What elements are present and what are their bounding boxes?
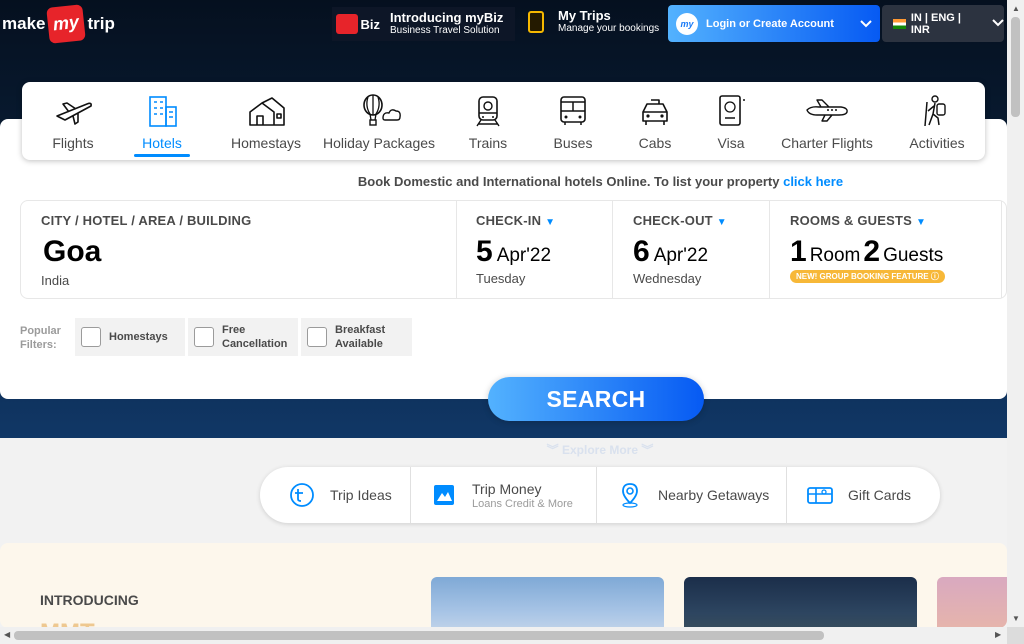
mybiz-icon: Biz xyxy=(332,10,380,38)
popular-filters-label: Popular Filters: xyxy=(20,325,61,351)
nav-holiday-packages[interactable]: Holiday Packages xyxy=(322,82,436,160)
location-pin-icon xyxy=(622,483,638,508)
promo-image-night-trees[interactable] xyxy=(684,577,917,628)
chevron-down-icon: ︾ xyxy=(546,443,559,457)
trip-money-link[interactable]: Trip Money Loans Credit & More xyxy=(430,467,573,523)
hotel-icon xyxy=(149,96,177,127)
nav-flights[interactable]: Flights xyxy=(36,82,110,160)
nav-charter-flights[interactable]: Charter Flights xyxy=(774,82,880,160)
checkbox[interactable] xyxy=(307,327,327,347)
nav-hotels[interactable]: Hotels xyxy=(128,82,196,160)
scrollbar-corner xyxy=(1007,627,1024,644)
chevron-down-icon: ▼ xyxy=(915,217,927,228)
trip-ideas-icon xyxy=(290,483,314,507)
passport-icon xyxy=(719,95,745,126)
my-trips-link[interactable]: My Trips Manage your bookings xyxy=(528,9,659,35)
list-property-link[interactable]: click here xyxy=(783,174,843,189)
gift-cards-link[interactable]: Gift Cards xyxy=(806,467,911,523)
nav-cabs[interactable]: Cabs xyxy=(630,82,680,160)
booking-note: Book Domestic and International hotels O… xyxy=(357,174,844,189)
vertical-scrollbar[interactable]: ▲ ▼ xyxy=(1007,0,1024,627)
gift-card-icon xyxy=(807,487,833,504)
mmt-badge-icon: my xyxy=(676,12,698,35)
locale-selector[interactable]: IN | ENG | INR xyxy=(882,5,1004,42)
suitcase-icon xyxy=(528,11,544,33)
chevron-down-icon: ▼ xyxy=(716,217,727,228)
city-field[interactable]: CITY / HOTEL / AREA / BUILDING Goa India xyxy=(21,201,457,298)
scroll-right-icon[interactable]: ▶ xyxy=(995,630,1001,639)
nav-buses[interactable]: Buses xyxy=(548,82,598,160)
makemytrip-logo[interactable]: make my trip xyxy=(2,4,115,44)
bus-icon xyxy=(560,96,586,125)
india-flag-icon xyxy=(893,18,906,29)
product-nav: Flights Hotels Homestays Holiday Package… xyxy=(22,82,985,160)
city-value: Goa xyxy=(43,235,102,268)
checkin-field[interactable]: CHECK-IN ▼ 5 Apr'22 Tuesday xyxy=(456,201,613,298)
checkbox[interactable] xyxy=(194,327,214,347)
nearby-getaways-link[interactable]: Nearby Getaways xyxy=(616,467,769,523)
trip-money-icon xyxy=(434,485,454,505)
filter-breakfast[interactable]: Breakfast Available xyxy=(301,318,412,356)
chevron-down-icon: ▼ xyxy=(545,217,556,228)
group-booking-badge[interactable]: NEW! GROUP BOOKING FEATURE ⓘ xyxy=(790,270,945,283)
nav-trains[interactable]: Trains xyxy=(462,82,514,160)
chevron-down-icon xyxy=(992,18,1004,30)
mybiz-title: Introducing myBiz xyxy=(390,10,504,25)
rooms-guests-field[interactable]: ROOMS & GUESTS ▼ 1 Room 2 Guests NEW! GROUP … xyxy=(770,201,1002,298)
active-tab-underline xyxy=(134,154,190,157)
checkout-field[interactable]: CHECK-OUT ▼ 6 Apr'22 Wednesday xyxy=(613,201,770,298)
chevron-down-icon xyxy=(860,17,872,31)
nav-visa[interactable]: Visa xyxy=(708,82,754,160)
scroll-left-icon[interactable]: ◀ xyxy=(4,630,10,639)
mybiz-promo[interactable]: Biz Introducing myBiz Business Travel So… xyxy=(332,7,516,41)
train-icon xyxy=(476,96,500,127)
chevron-down-icon: ︾ xyxy=(641,443,654,457)
hiker-icon xyxy=(924,95,946,127)
promo-section: INTRODUCING MMT xyxy=(0,543,1007,628)
horizontal-scrollbar[interactable]: ◀ ▶ xyxy=(0,627,1007,644)
hotel-search-form: CITY / HOTEL / AREA / BUILDING Goa India… xyxy=(20,200,1007,299)
filter-free-cancellation[interactable]: Free Cancellation xyxy=(188,318,298,356)
promo-image-sky[interactable] xyxy=(431,577,664,628)
nav-homestays[interactable]: Homestays xyxy=(226,82,306,160)
cab-icon xyxy=(642,99,668,125)
trip-ideas-link[interactable]: Trip Ideas xyxy=(288,467,392,523)
balloon-icon xyxy=(363,94,401,126)
quick-links-bar: Trip Ideas Trip Money Loans Credit & Mor… xyxy=(260,467,940,523)
checkbox[interactable] xyxy=(81,327,101,347)
scroll-thumb[interactable] xyxy=(14,631,824,640)
scroll-thumb[interactable] xyxy=(1011,17,1020,117)
nav-activities[interactable]: Activities xyxy=(906,82,968,160)
login-button[interactable]: my Login or Create Account xyxy=(668,5,880,42)
top-bar: make my trip Biz Introducing myBiz Busin… xyxy=(0,0,1007,44)
charter-plane-icon xyxy=(806,99,848,122)
plane-icon xyxy=(56,102,92,125)
filter-homestays[interactable]: Homestays xyxy=(75,318,185,356)
scroll-down-icon[interactable]: ▼ xyxy=(1012,614,1020,623)
homestay-icon xyxy=(249,97,285,126)
promo-image-partial[interactable] xyxy=(937,577,1007,628)
city-country: India xyxy=(41,273,70,288)
search-button[interactable]: SEARCH xyxy=(488,377,704,421)
explore-more[interactable]: ︾ Explore More ︾ xyxy=(530,441,670,458)
scroll-up-icon[interactable]: ▲ xyxy=(1012,4,1020,13)
mybiz-subtitle: Business Travel Solution xyxy=(390,25,500,36)
